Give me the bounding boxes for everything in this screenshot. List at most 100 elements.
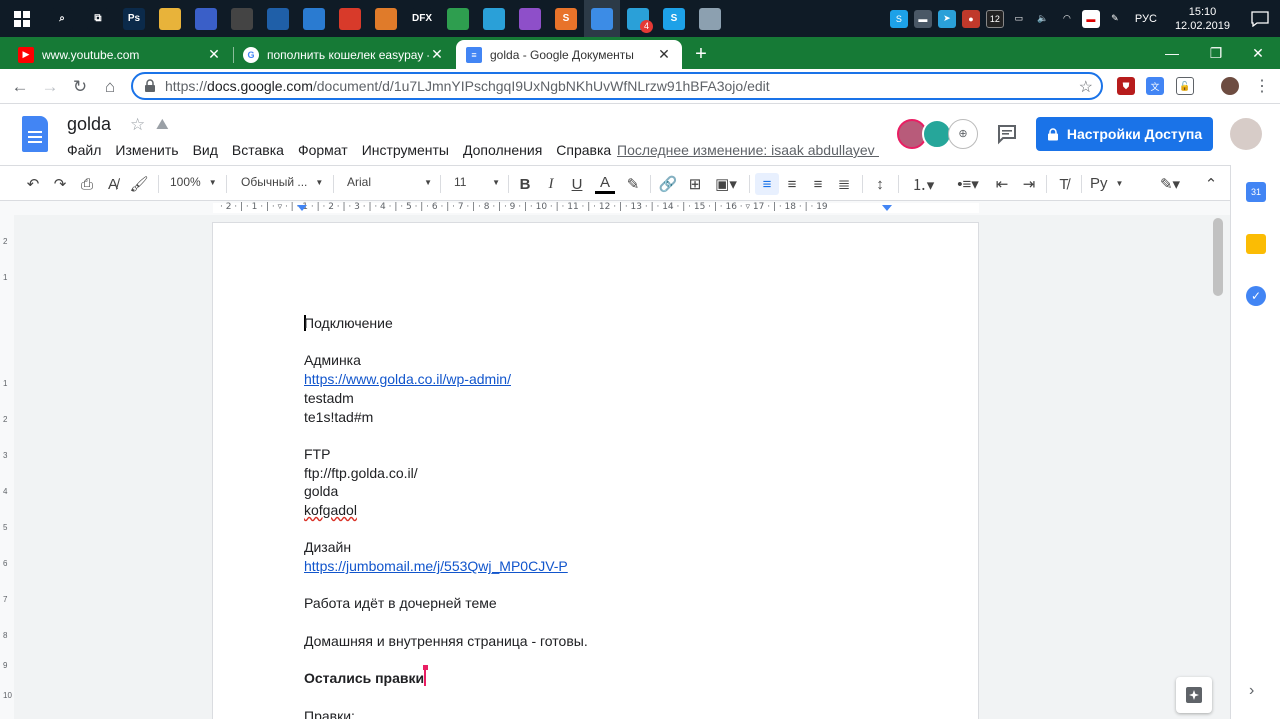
- skype-taskbar-icon[interactable]: S: [656, 0, 692, 37]
- text-color-icon[interactable]: A: [594, 173, 616, 195]
- tab-golda-docs[interactable]: ≡ golda - Google Документы ✕: [456, 40, 682, 69]
- control-panel-taskbar-icon[interactable]: [296, 0, 332, 37]
- admin-link[interactable]: https://www.golda.co.il/wp-admin/: [304, 371, 511, 387]
- purple-app-taskbar-icon[interactable]: [512, 0, 548, 37]
- font-select[interactable]: Arial ▼: [347, 175, 432, 189]
- action-center-icon[interactable]: [1240, 0, 1280, 37]
- link-icon[interactable]: 🔗: [657, 173, 679, 195]
- tasks-icon[interactable]: ✓: [1246, 286, 1266, 306]
- star-icon[interactable]: ☆: [130, 115, 145, 135]
- bulleted-list-icon[interactable]: •≡▾: [950, 173, 986, 195]
- tab-easypay[interactable]: G пополнить кошелек easypay - П ✕: [233, 40, 455, 69]
- menu-insert[interactable]: Вставка: [225, 140, 291, 160]
- clear-formatting-icon[interactable]: T̸: [1053, 173, 1075, 195]
- doc-empty-line[interactable]: [304, 426, 864, 445]
- restore-button[interactable]: ❐: [1194, 37, 1238, 69]
- line-spacing-icon[interactable]: ↕: [869, 173, 891, 195]
- underline-icon[interactable]: U: [567, 173, 587, 195]
- close-icon[interactable]: ✕: [429, 46, 445, 63]
- redo-icon[interactable]: ↷: [49, 173, 71, 195]
- lock-extension-icon[interactable]: 🔓: [1176, 77, 1194, 95]
- redapp-taskbar-icon[interactable]: [332, 0, 368, 37]
- doc-empty-line[interactable]: [304, 688, 864, 707]
- clock[interactable]: 15:10 12.02.2019: [1175, 5, 1230, 33]
- last-edit-link[interactable]: Последнее изменение: isaak abdullayev 3.…: [617, 142, 879, 158]
- document-page[interactable]: Подключение Админка https://www.golda.co…: [213, 223, 978, 719]
- vertical-scrollbar[interactable]: [1213, 218, 1223, 296]
- doc-line[interactable]: ftp://ftp.golda.co.il/: [304, 464, 864, 483]
- account-avatar[interactable]: [1230, 118, 1262, 150]
- save-taskbar-icon[interactable]: [188, 0, 224, 37]
- design-link[interactable]: https://jumbomail.me/j/553Qwj_MP0CJV-P: [304, 558, 568, 574]
- telegram2-taskbar-icon[interactable]: 4: [620, 0, 656, 37]
- font-size-select[interactable]: 11 ▼: [454, 175, 500, 189]
- doc-line[interactable]: Домашняя и внутренняя страница - готовы.: [304, 632, 864, 651]
- paint-format-icon[interactable]: 🖌: [128, 173, 150, 195]
- doc-empty-line[interactable]: [304, 613, 864, 632]
- window-close-button[interactable]: ✕: [1236, 37, 1280, 69]
- new-tab-button[interactable]: +: [690, 43, 712, 65]
- app-dd-taskbar-icon[interactable]: [260, 0, 296, 37]
- doc-line[interactable]: Правки:: [304, 707, 864, 719]
- bold-icon[interactable]: B: [515, 173, 535, 195]
- doc-line[interactable]: Работа идёт в дочерней теме: [304, 594, 864, 613]
- print-icon[interactable]: ⎙: [76, 173, 98, 195]
- teamviewer-taskbar-icon[interactable]: [692, 0, 728, 37]
- wifi-icon[interactable]: ◠: [1058, 10, 1076, 28]
- close-icon[interactable]: ✕: [206, 46, 222, 63]
- doc-line[interactable]: https://www.golda.co.il/wp-admin/: [304, 370, 864, 389]
- battery-icon[interactable]: ▭: [1010, 10, 1028, 28]
- telegram-taskbar-icon[interactable]: [476, 0, 512, 37]
- increase-indent-icon[interactable]: ⇥: [1018, 173, 1040, 195]
- undo-icon[interactable]: ↶: [22, 173, 44, 195]
- volume-icon[interactable]: 🔈: [1034, 10, 1052, 28]
- profile-avatar[interactable]: [1221, 77, 1239, 95]
- doc-line[interactable]: Остались правки: [304, 665, 864, 688]
- reload-icon[interactable]: ↻: [68, 75, 92, 99]
- docs-logo-icon[interactable]: [22, 116, 48, 152]
- calendar-icon[interactable]: 31: [1246, 182, 1266, 202]
- player-taskbar-icon[interactable]: [368, 0, 404, 37]
- doc-line[interactable]: Подключение: [304, 314, 864, 333]
- document-body[interactable]: Подключение Админка https://www.golda.co…: [304, 314, 864, 719]
- menu-edit[interactable]: Изменить: [108, 140, 185, 160]
- photoshop-taskbar-icon[interactable]: Ps: [116, 0, 152, 37]
- explore-button[interactable]: [1176, 677, 1212, 713]
- highlight-icon[interactable]: ✎: [623, 173, 643, 195]
- input-tools-select[interactable]: Ру ▼: [1090, 175, 1123, 192]
- forward-arrow-icon[interactable]: →: [38, 75, 62, 99]
- zoom-select[interactable]: 100% ▼: [170, 175, 217, 189]
- chrome-menu-icon[interactable]: ⋮: [1253, 77, 1271, 95]
- align-center-icon[interactable]: ≡: [781, 173, 803, 195]
- right-indent-marker[interactable]: [882, 205, 892, 211]
- file-explorer-taskbar-icon[interactable]: [152, 0, 188, 37]
- doc-line[interactable]: Админка: [304, 351, 864, 370]
- pen-icon[interactable]: ✎: [1106, 10, 1124, 28]
- misspelled-word[interactable]: kofgadol: [304, 502, 357, 518]
- doc-empty-line[interactable]: [304, 576, 864, 595]
- insert-image-icon[interactable]: ▣▾: [710, 173, 742, 195]
- doc-line[interactable]: testadm: [304, 389, 864, 408]
- bookmark-star-icon[interactable]: ☆: [1079, 77, 1093, 97]
- counter-tray-icon[interactable]: 12: [985, 9, 1004, 28]
- calculator-taskbar-icon[interactable]: [224, 0, 260, 37]
- notification-tray-icon[interactable]: ●: [961, 9, 980, 28]
- chrome-taskbar-icon[interactable]: [584, 0, 620, 37]
- doc-empty-line[interactable]: [304, 651, 864, 670]
- move-to-drive-icon[interactable]: ⛰: [156, 116, 169, 133]
- flag-icon[interactable]: ▬: [1081, 9, 1100, 28]
- doc-empty-line[interactable]: [304, 520, 864, 539]
- numbered-list-icon[interactable]: ⒈▾: [905, 173, 941, 195]
- doc-line[interactable]: kofgadol: [304, 501, 864, 520]
- keep-icon[interactable]: [1246, 234, 1266, 254]
- menu-help[interactable]: Справка: [549, 140, 618, 160]
- justify-icon[interactable]: ≣: [833, 173, 855, 195]
- editing-mode-icon[interactable]: ✎▾: [1153, 173, 1187, 195]
- menu-tools[interactable]: Инструменты: [355, 140, 456, 160]
- decrease-indent-icon[interactable]: ⇤: [991, 173, 1013, 195]
- document-title[interactable]: golda: [67, 114, 111, 135]
- left-indent-marker[interactable]: [297, 205, 307, 211]
- home-icon[interactable]: ⌂: [98, 75, 122, 99]
- search-taskbar-icon[interactable]: ⌕: [44, 0, 80, 37]
- ublock-icon[interactable]: ⛊: [1117, 77, 1135, 95]
